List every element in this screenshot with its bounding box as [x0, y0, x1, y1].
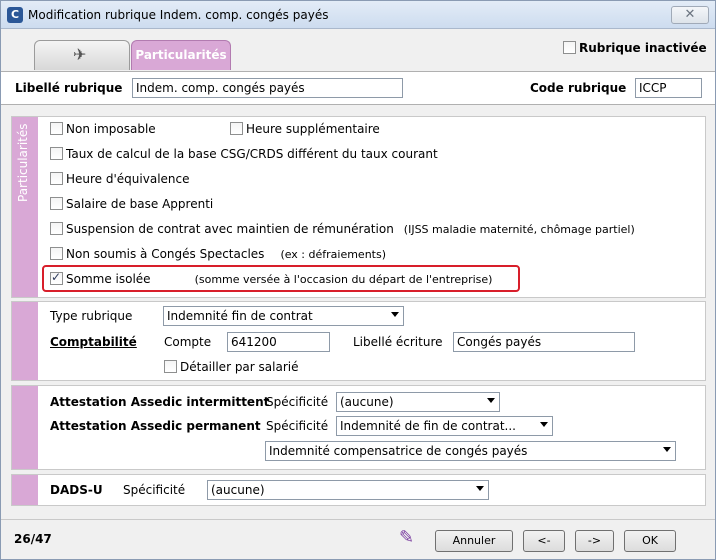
specificite-label: Spécificité [266, 419, 329, 433]
option-label: Somme isolée [66, 272, 151, 286]
code-input[interactable]: ICCP [635, 78, 702, 98]
type-rubrique-label: Type rubrique [50, 309, 133, 323]
window-title: Modification rubrique Indem. comp. congé… [28, 8, 329, 22]
inactive-checkbox-label: Rubrique inactivée [579, 41, 707, 55]
next-button[interactable]: -> [575, 530, 614, 552]
select-value: (aucune) [340, 395, 394, 409]
detailler-label: Détailler par salarié [180, 360, 299, 374]
code-label: Code rubrique [530, 81, 627, 95]
libelle-row: Libellé rubrique Indem. comp. congés pay… [1, 71, 715, 105]
detailler-checkbox[interactable]: Détailler par salarié [164, 360, 298, 374]
particularites-stripe: Particularités [12, 117, 38, 297]
libelle-ecriture-label: Libellé écriture [353, 335, 443, 349]
option-somme-isolee[interactable]: Somme isolée (somme versée à l'occasion d… [50, 270, 493, 286]
option-salaire-apprenti[interactable]: Salaire de base Apprenti [50, 197, 213, 211]
assedic-permanent-select[interactable]: Indemnité de fin de contrat... [336, 416, 553, 436]
option-note: (somme versée à l'occasion du départ de … [194, 273, 493, 286]
previous-button[interactable]: <- [523, 530, 565, 552]
checkbox[interactable] [50, 122, 63, 135]
option-label: Taux de calcul de la base CSG/CRDS diffé… [66, 147, 438, 161]
assedic-intermittent-select[interactable]: (aucune) [336, 392, 500, 412]
option-taux-csg[interactable]: Taux de calcul de la base CSG/CRDS diffé… [50, 147, 438, 161]
option-note: (ex : défraiements) [280, 248, 387, 261]
option-heure-supplementaire[interactable]: Heure supplémentaire [230, 122, 380, 136]
specificite-label: Spécificité [123, 483, 186, 497]
type-rubrique-select[interactable]: Indemnité fin de contrat [163, 306, 404, 326]
option-label: Suspension de contrat avec maintien de r… [66, 222, 394, 236]
libelle-ecriture-input[interactable]: Congés payés [453, 332, 635, 352]
checkbox[interactable] [50, 222, 63, 235]
dialog-window: C Modification rubrique Indem. comp. con… [0, 0, 716, 560]
close-button[interactable]: ✕ [671, 6, 709, 24]
assedic-permanent-sub-select[interactable]: Indemnité compensatrice de congés payés [265, 441, 676, 461]
option-label: Salaire de base Apprenti [66, 197, 214, 211]
assedic-permanent-label: Attestation Assedic permanent [50, 419, 261, 433]
compte-label: Compte [164, 335, 212, 349]
tab-general[interactable]: ✈ [34, 40, 130, 70]
tab-row: ✈ Particularités Rubrique inactivée [1, 30, 715, 70]
assedic-intermittent-label: Attestation Assedic intermittent [50, 395, 270, 409]
checkbox[interactable] [164, 360, 177, 373]
dadsu-stripe [12, 475, 38, 505]
option-label: Non soumis à Congés Spectacles [66, 247, 265, 261]
checkbox[interactable] [50, 247, 63, 260]
dadsu-label: DADS-U [50, 483, 103, 497]
assedic-stripe [12, 386, 38, 469]
annuler-button[interactable]: Annuler [435, 530, 513, 552]
stamp-icon: ✈ [73, 45, 87, 64]
checkbox[interactable] [50, 147, 63, 160]
title-bar: C Modification rubrique Indem. comp. con… [1, 1, 715, 29]
dropdown-arrow-icon [476, 486, 484, 491]
option-conges-spectacles[interactable]: Non soumis à Congés Spectacles (ex : défr… [50, 247, 386, 261]
option-label: Heure d'équivalence [66, 172, 190, 186]
checkbox-checked[interactable] [50, 270, 63, 285]
specificite-label: Spécificité [266, 395, 329, 409]
select-value: Indemnité compensatrice de congés payés [269, 444, 528, 458]
pencil-icon[interactable]: ✎ [399, 527, 414, 548]
comptabilite-stripe [12, 302, 38, 380]
dropdown-arrow-icon [540, 422, 548, 427]
option-label: Non imposable [66, 122, 156, 136]
inactive-checkbox-box[interactable] [563, 41, 576, 54]
dadsu-select[interactable]: (aucune) [207, 480, 489, 500]
libelle-label: Libellé rubrique [15, 81, 123, 95]
inactive-checkbox[interactable]: Rubrique inactivée [563, 41, 707, 55]
ok-button[interactable]: OK [624, 530, 676, 552]
tab-particularites[interactable]: Particularités [131, 40, 231, 70]
checkbox[interactable] [50, 197, 63, 210]
dropdown-arrow-icon [487, 398, 495, 403]
select-value: (aucune) [211, 483, 265, 497]
dropdown-arrow-icon [663, 447, 671, 452]
checkbox[interactable] [230, 122, 243, 135]
select-value: Indemnité de fin de contrat... [340, 419, 516, 433]
close-icon: ✕ [684, 7, 696, 22]
option-note: (IJSS maladie maternité, chômage partiel… [403, 223, 635, 236]
footer-bar: 26/47 ✎ Annuler <- -> OK [1, 519, 715, 559]
particularites-side-label: Particularités [16, 123, 30, 202]
comptabilite-link[interactable]: Comptabilité [50, 335, 137, 349]
libelle-input[interactable]: Indem. comp. congés payés [132, 78, 403, 98]
option-label: Heure supplémentaire [246, 122, 380, 136]
option-heure-equivalence[interactable]: Heure d'équivalence [50, 172, 190, 186]
record-counter: 26/47 [14, 532, 52, 546]
type-rubrique-value: Indemnité fin de contrat [167, 309, 313, 323]
app-icon: C [7, 7, 23, 23]
dropdown-arrow-icon [391, 312, 399, 317]
compte-input[interactable]: 641200 [227, 332, 330, 352]
option-suspension-contrat[interactable]: Suspension de contrat avec maintien de r… [50, 222, 635, 236]
option-non-imposable[interactable]: Non imposable [50, 122, 156, 136]
checkbox[interactable] [50, 172, 63, 185]
